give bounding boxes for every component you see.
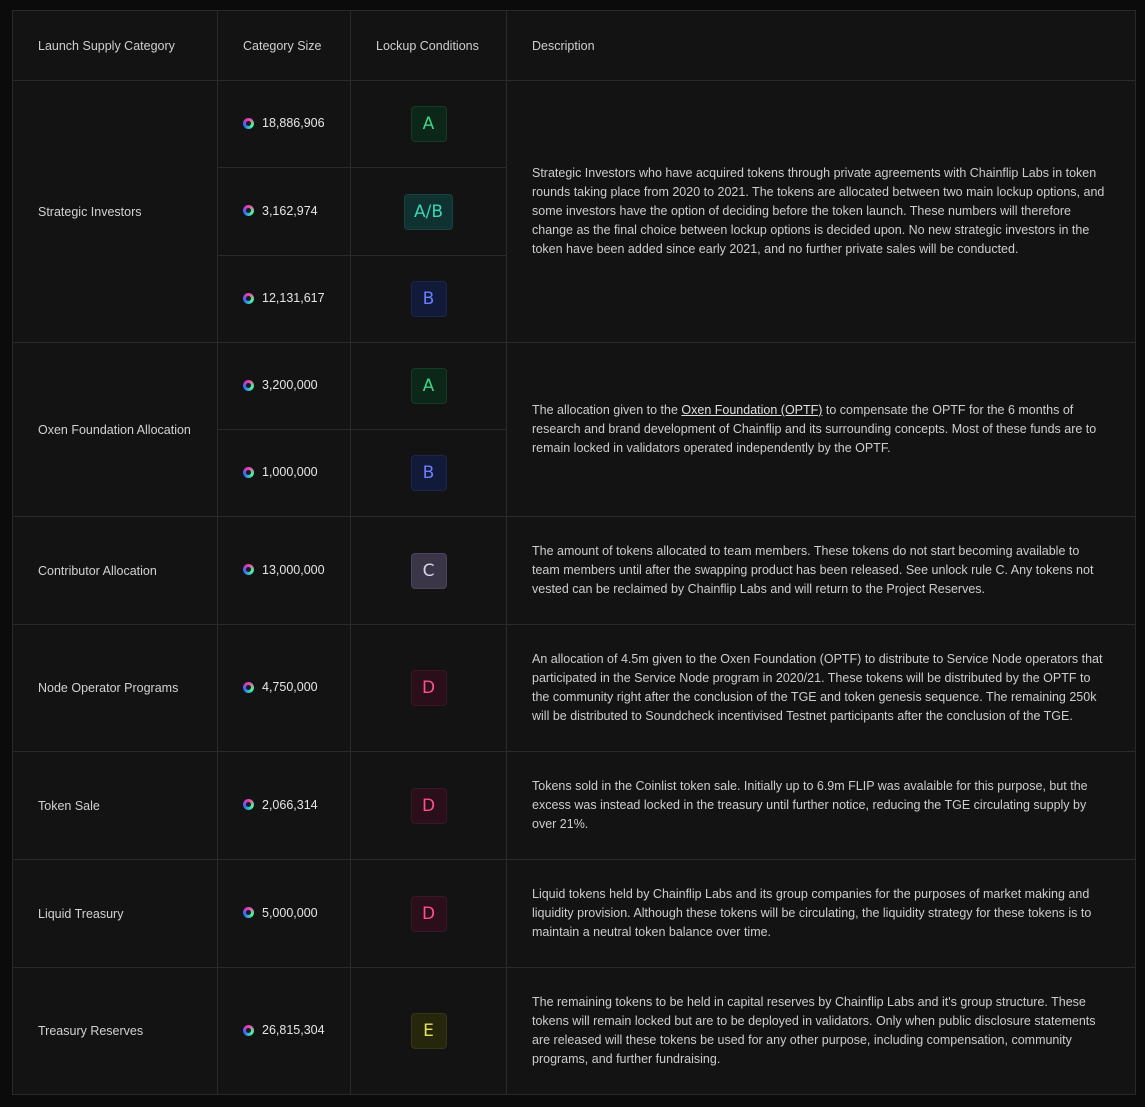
flip-token-icon: [243, 681, 254, 693]
size-value: 3,200,000: [262, 378, 318, 393]
supply-table-container: Launch Supply Category Category Size Loc…: [12, 10, 1136, 1095]
category-cell: Strategic Investors: [12, 80, 218, 343]
lockup-badge: B: [410, 281, 447, 317]
size-value: 26,815,304: [262, 1023, 325, 1038]
lockup-badge: A: [410, 368, 447, 404]
size-cell: 3,200,000: [217, 342, 351, 430]
flip-token-icon: [243, 799, 254, 811]
size-value: 2,066,314: [262, 797, 318, 812]
category-cell: Liquid Treasury: [12, 859, 218, 968]
lockup-cell: A/B: [350, 167, 507, 256]
lockup-cell: C: [350, 516, 507, 625]
table-row: Strategic Investors 18,886,906 A Strateg…: [12, 80, 1136, 343]
table-row: Oxen Foundation Allocation 3,200,000 A T…: [12, 342, 1136, 517]
size-value: 4,750,000: [262, 680, 318, 695]
lockup-cell: D: [350, 751, 507, 860]
flip-token-icon: [243, 292, 254, 304]
lockup-cell: D: [350, 624, 507, 752]
size-value: 1,000,000: [262, 465, 318, 480]
header-category: Launch Supply Category: [12, 10, 218, 81]
category-cell: Oxen Foundation Allocation: [12, 342, 218, 517]
lockup-badge: E: [410, 1013, 447, 1049]
description-cell: Liquid tokens held by Chainflip Labs and…: [506, 859, 1136, 968]
flip-token-icon: [243, 564, 254, 576]
flip-token-icon: [243, 117, 254, 129]
lockup-cell: E: [350, 967, 507, 1095]
size-cell: 26,815,304: [217, 967, 351, 1095]
lockup-cell: D: [350, 859, 507, 968]
flip-token-icon: [243, 379, 254, 391]
lockup-badge: D: [410, 787, 447, 824]
launch-supply-table: Launch Supply Category Category Size Loc…: [12, 10, 1136, 1095]
size-cell: 12,131,617: [217, 255, 351, 343]
table-row: Treasury Reserves 26,815,304 E The remai…: [12, 967, 1136, 1095]
size-value: 12,131,617: [262, 291, 325, 306]
size-cell: 4,750,000: [217, 624, 351, 752]
size-cell: 18,886,906: [217, 80, 351, 168]
header-description: Description: [506, 10, 1136, 81]
size-cell: 1,000,000: [217, 429, 351, 517]
lockup-badge: D: [410, 895, 447, 932]
lockup-cell: B: [350, 429, 507, 517]
table-row: Contributor Allocation 13,000,000 C The …: [12, 516, 1136, 625]
lockup-badge: A/B: [403, 193, 454, 230]
table-header-row: Launch Supply Category Category Size Loc…: [12, 10, 1136, 81]
table-row: Liquid Treasury 5,000,000 D Liquid token…: [12, 859, 1136, 968]
lockup-badge: B: [410, 455, 447, 491]
size-value: 13,000,000: [262, 562, 325, 577]
size-value: 5,000,000: [262, 905, 318, 920]
flip-token-icon: [243, 1024, 254, 1036]
description-cell: An allocation of 4.5m given to the Oxen …: [506, 624, 1136, 752]
lockup-badge: D: [410, 670, 447, 706]
size-value: 3,162,974: [262, 203, 318, 218]
description-cell: The remaining tokens to be held in capit…: [506, 967, 1136, 1095]
flip-token-icon: [243, 205, 254, 217]
category-cell: Node Operator Programs: [12, 624, 218, 752]
lockup-badge: C: [410, 552, 447, 589]
category-cell: Token Sale: [12, 751, 218, 860]
table-row: Node Operator Programs 4,750,000 D An al…: [12, 624, 1136, 752]
description-text: The allocation given to the: [532, 403, 682, 417]
size-cell: 2,066,314: [217, 751, 351, 860]
category-cell: Treasury Reserves: [12, 967, 218, 1095]
lockup-badge: A: [410, 106, 447, 142]
header-size: Category Size: [217, 10, 351, 81]
flip-token-icon: [243, 907, 254, 919]
description-cell: The amount of tokens allocated to team m…: [506, 516, 1136, 625]
size-cell: 5,000,000: [217, 859, 351, 968]
size-cell: 13,000,000: [217, 516, 351, 625]
flip-token-icon: [243, 466, 254, 478]
header-lockup: Lockup Conditions: [350, 10, 507, 81]
lockup-cell: A: [350, 342, 507, 430]
size-value: 18,886,906: [262, 116, 325, 131]
size-cell: 3,162,974: [217, 167, 351, 256]
oxen-foundation-link[interactable]: Oxen Foundation (OPTF): [681, 403, 822, 417]
category-cell: Contributor Allocation: [12, 516, 218, 625]
description-cell: Tokens sold in the Coinlist token sale. …: [506, 751, 1136, 860]
description-cell: Strategic Investors who have acquired to…: [506, 80, 1136, 343]
description-cell: The allocation given to the Oxen Foundat…: [506, 342, 1136, 517]
lockup-cell: A: [350, 80, 507, 168]
table-row: Token Sale 2,066,314 D Tokens sold in th…: [12, 751, 1136, 860]
lockup-cell: B: [350, 255, 507, 343]
